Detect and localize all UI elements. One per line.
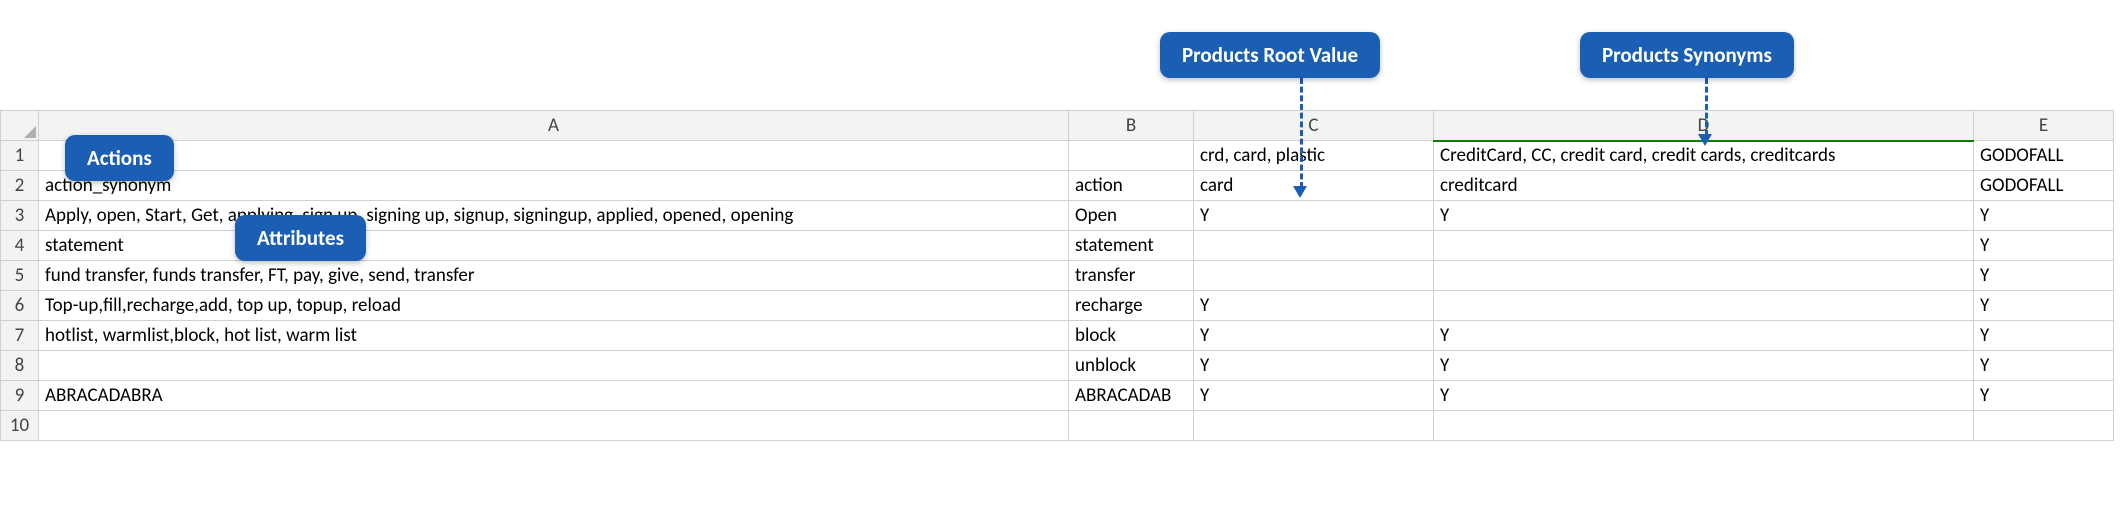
- cell[interactable]: action_synonym: [39, 171, 1069, 201]
- select-all-triangle[interactable]: [1, 111, 39, 141]
- column-header-row[interactable]: A B C D E: [1, 111, 2114, 141]
- table-row[interactable]: 8 unblock Y Y Y: [1, 351, 2114, 381]
- row-header[interactable]: 4: [1, 231, 39, 261]
- cell[interactable]: Open: [1069, 201, 1194, 231]
- spreadsheet-screenshot: Products Root Value Products Synonyms Ac…: [0, 0, 2126, 527]
- cell[interactable]: [1069, 141, 1194, 171]
- cell[interactable]: statement: [39, 231, 1069, 261]
- cell[interactable]: unblock: [1069, 351, 1194, 381]
- cell[interactable]: [1434, 231, 1974, 261]
- cell[interactable]: [1434, 261, 1974, 291]
- cell[interactable]: card: [1194, 171, 1434, 201]
- cell[interactable]: Y: [1194, 321, 1434, 351]
- cell[interactable]: fund transfer, funds transfer, FT, pay, …: [39, 261, 1069, 291]
- cell[interactable]: [1434, 291, 1974, 321]
- cell[interactable]: [39, 411, 1069, 441]
- cell[interactable]: action: [1069, 171, 1194, 201]
- table-row[interactable]: 5 fund transfer, funds transfer, FT, pay…: [1, 261, 2114, 291]
- cell[interactable]: Y: [1434, 351, 1974, 381]
- row-header[interactable]: 2: [1, 171, 39, 201]
- cell[interactable]: crd, card, plastic: [1194, 141, 1434, 171]
- cell[interactable]: transfer: [1069, 261, 1194, 291]
- row-header[interactable]: 3: [1, 201, 39, 231]
- col-header-D[interactable]: D: [1434, 111, 1974, 141]
- col-header-C[interactable]: C: [1194, 111, 1434, 141]
- cell[interactable]: [1434, 411, 1974, 441]
- table-row[interactable]: 6 Top-up,fill,recharge,add, top up, topu…: [1, 291, 2114, 321]
- cell[interactable]: Y: [1194, 291, 1434, 321]
- cell[interactable]: Y: [1434, 201, 1974, 231]
- cell[interactable]: Y: [1974, 201, 2114, 231]
- cell[interactable]: Y: [1194, 201, 1434, 231]
- cell[interactable]: Y: [1974, 381, 2114, 411]
- cell[interactable]: Y: [1434, 321, 1974, 351]
- table-row[interactable]: 9 ABRACADABRA ABRACADAB Y Y Y: [1, 381, 2114, 411]
- cell[interactable]: Y: [1434, 381, 1974, 411]
- table-row[interactable]: 10: [1, 411, 2114, 441]
- row-header[interactable]: 5: [1, 261, 39, 291]
- cell[interactable]: [1194, 261, 1434, 291]
- cell[interactable]: [39, 351, 1069, 381]
- annotation-layer: Products Root Value Products Synonyms: [0, 0, 2126, 110]
- cell[interactable]: Apply, open, Start, Get, applying, sign …: [39, 201, 1069, 231]
- cell[interactable]: GODOFALL: [1974, 171, 2114, 201]
- callout-attributes: Attributes: [235, 215, 366, 261]
- cell[interactable]: Y: [1974, 261, 2114, 291]
- col-header-E[interactable]: E: [1974, 111, 2114, 141]
- cell[interactable]: [39, 141, 1069, 171]
- cell[interactable]: recharge: [1069, 291, 1194, 321]
- callout-products-root: Products Root Value: [1160, 32, 1380, 78]
- cell[interactable]: Y: [1194, 351, 1434, 381]
- row-header[interactable]: 1: [1, 141, 39, 171]
- col-header-B[interactable]: B: [1069, 111, 1194, 141]
- cell[interactable]: Y: [1974, 351, 2114, 381]
- row-header[interactable]: 9: [1, 381, 39, 411]
- spreadsheet-grid[interactable]: A B C D E 1 crd, card, plastic CreditCar…: [0, 110, 2114, 441]
- cell[interactable]: CreditCard, CC, credit card, credit card…: [1434, 141, 1974, 171]
- cell[interactable]: [1069, 411, 1194, 441]
- cell[interactable]: Y: [1974, 231, 2114, 261]
- cell[interactable]: ABRACADAB: [1069, 381, 1194, 411]
- cell[interactable]: Top-up,fill,recharge,add, top up, topup,…: [39, 291, 1069, 321]
- col-header-A[interactable]: A: [39, 111, 1069, 141]
- row-header[interactable]: 10: [1, 411, 39, 441]
- cell[interactable]: ABRACADABRA: [39, 381, 1069, 411]
- cell[interactable]: [1974, 411, 2114, 441]
- cell[interactable]: Y: [1194, 381, 1434, 411]
- cell[interactable]: creditcard: [1434, 171, 1974, 201]
- cell[interactable]: GODOFALL: [1974, 141, 2114, 171]
- cell[interactable]: [1194, 411, 1434, 441]
- cell[interactable]: block: [1069, 321, 1194, 351]
- cell[interactable]: Y: [1974, 291, 2114, 321]
- cell[interactable]: [1194, 231, 1434, 261]
- table-row[interactable]: 1 crd, card, plastic CreditCard, CC, cre…: [1, 141, 2114, 171]
- callout-actions: Actions: [65, 135, 174, 181]
- row-header[interactable]: 6: [1, 291, 39, 321]
- cell[interactable]: hotlist, warmlist,block, hot list, warm …: [39, 321, 1069, 351]
- cell[interactable]: statement: [1069, 231, 1194, 261]
- callout-products-synonyms: Products Synonyms: [1580, 32, 1794, 78]
- table-row[interactable]: 7 hotlist, warmlist,block, hot list, war…: [1, 321, 2114, 351]
- row-header[interactable]: 8: [1, 351, 39, 381]
- cell[interactable]: Y: [1974, 321, 2114, 351]
- row-header[interactable]: 7: [1, 321, 39, 351]
- table-row[interactable]: 2 action_synonym action card creditcard …: [1, 171, 2114, 201]
- grid-body: 1 crd, card, plastic CreditCard, CC, cre…: [1, 141, 2114, 441]
